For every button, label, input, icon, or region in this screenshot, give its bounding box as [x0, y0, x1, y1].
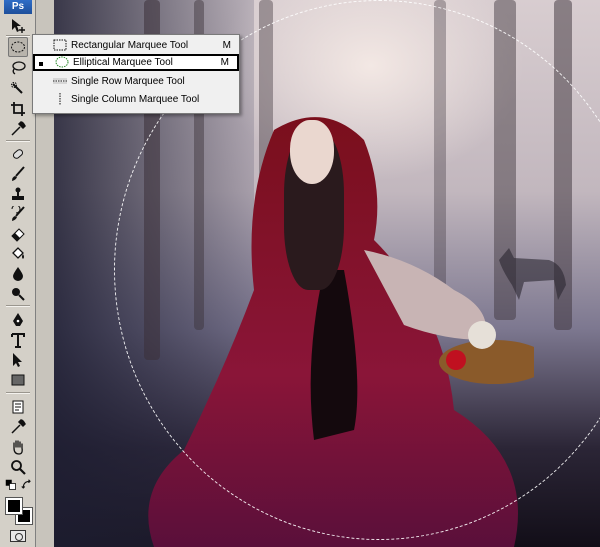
dodge-tool[interactable] — [8, 284, 28, 304]
healing-icon — [12, 149, 24, 159]
clone-stamp-tool[interactable] — [8, 184, 28, 204]
menu-item-single-row-marquee[interactable]: Single Row Marquee Tool — [33, 73, 239, 90]
eraser-icon — [11, 228, 25, 242]
menu-item-rectangular-marquee[interactable]: Rectangular Marquee Tool M — [33, 37, 239, 54]
single-row-marquee-icon — [53, 78, 67, 84]
toolbar-divider — [6, 392, 30, 394]
menu-item-shortcut: M — [222, 40, 231, 51]
menu-item-shortcut: M — [220, 57, 229, 68]
crop-tool[interactable] — [8, 99, 28, 119]
quick-mask-button[interactable] — [10, 530, 26, 542]
zoom-tool[interactable] — [8, 457, 28, 477]
toolbar-divider — [6, 305, 30, 307]
type-tool[interactable] — [8, 330, 28, 350]
menu-item-label: Elliptical Marquee Tool — [73, 57, 173, 68]
swap-colors-button[interactable] — [20, 478, 34, 492]
eyedropper-tool[interactable] — [8, 119, 28, 139]
toolbar-divider — [6, 140, 30, 142]
lasso-icon — [12, 61, 26, 75]
eyedropper-tool-2[interactable] — [8, 417, 28, 437]
spot-healing-tool[interactable] — [8, 144, 28, 164]
menu-item-label: Rectangular Marquee Tool — [71, 40, 189, 51]
brush-icon — [12, 166, 25, 181]
single-column-marquee-icon — [59, 93, 61, 105]
move-tool[interactable] — [8, 16, 28, 36]
pen-icon — [13, 313, 23, 326]
eraser-tool[interactable] — [8, 224, 28, 244]
hand-icon — [13, 440, 23, 455]
selected-bullet-icon — [39, 62, 43, 66]
stamp-icon — [12, 187, 24, 200]
tools-panel: Ps — [0, 0, 36, 547]
elliptical-marquee-tool[interactable] — [8, 37, 28, 57]
photoshop-logo: Ps — [4, 0, 32, 14]
notes-icon — [12, 400, 24, 414]
rectangle-marquee-icon — [53, 39, 67, 51]
bucket-icon — [12, 247, 24, 259]
notes-tool[interactable] — [8, 397, 28, 417]
menu-item-elliptical-marquee[interactable]: Elliptical Marquee Tool M — [33, 54, 239, 71]
history-brush-tool[interactable] — [8, 204, 28, 224]
menu-item-single-column-marquee[interactable]: Single Column Marquee Tool — [33, 91, 239, 108]
marquee-tool-flyout-menu: Rectangular Marquee Tool M Elliptical Ma… — [32, 34, 240, 114]
hand-tool[interactable] — [8, 437, 28, 457]
default-colors-button[interactable] — [4, 478, 18, 492]
menu-item-label: Single Column Marquee Tool — [71, 94, 200, 105]
ellipse-marquee-icon — [55, 56, 69, 68]
brush-tool[interactable] — [8, 164, 28, 184]
type-icon — [11, 333, 25, 348]
default-colors-icon — [5, 479, 16, 490]
arrow-icon — [13, 353, 22, 367]
rectangle-tool[interactable] — [8, 370, 28, 390]
path-selection-tool[interactable] — [8, 350, 28, 370]
move-icon — [12, 19, 25, 33]
ellipse-marquee-icon — [11, 41, 25, 53]
drop-icon — [13, 267, 23, 281]
eyedropper-icon — [11, 121, 26, 136]
quick-selection-icon — [11, 82, 23, 94]
menu-item-label: Single Row Marquee Tool — [71, 76, 185, 87]
rectangle-icon — [11, 374, 25, 386]
zoom-icon — [11, 460, 26, 475]
crop-icon — [11, 102, 25, 116]
paint-bucket-tool[interactable] — [8, 244, 28, 264]
quick-selection-tool[interactable] — [8, 79, 28, 99]
swap-arrow-icon — [21, 479, 31, 489]
eyedropper-icon — [11, 419, 26, 434]
dodge-icon — [12, 288, 25, 301]
pen-tool[interactable] — [8, 310, 28, 330]
lasso-tool[interactable] — [8, 58, 28, 78]
blur-tool[interactable] — [8, 264, 28, 284]
history-brush-icon — [11, 206, 25, 221]
foreground-color-swatch[interactable] — [5, 497, 23, 515]
